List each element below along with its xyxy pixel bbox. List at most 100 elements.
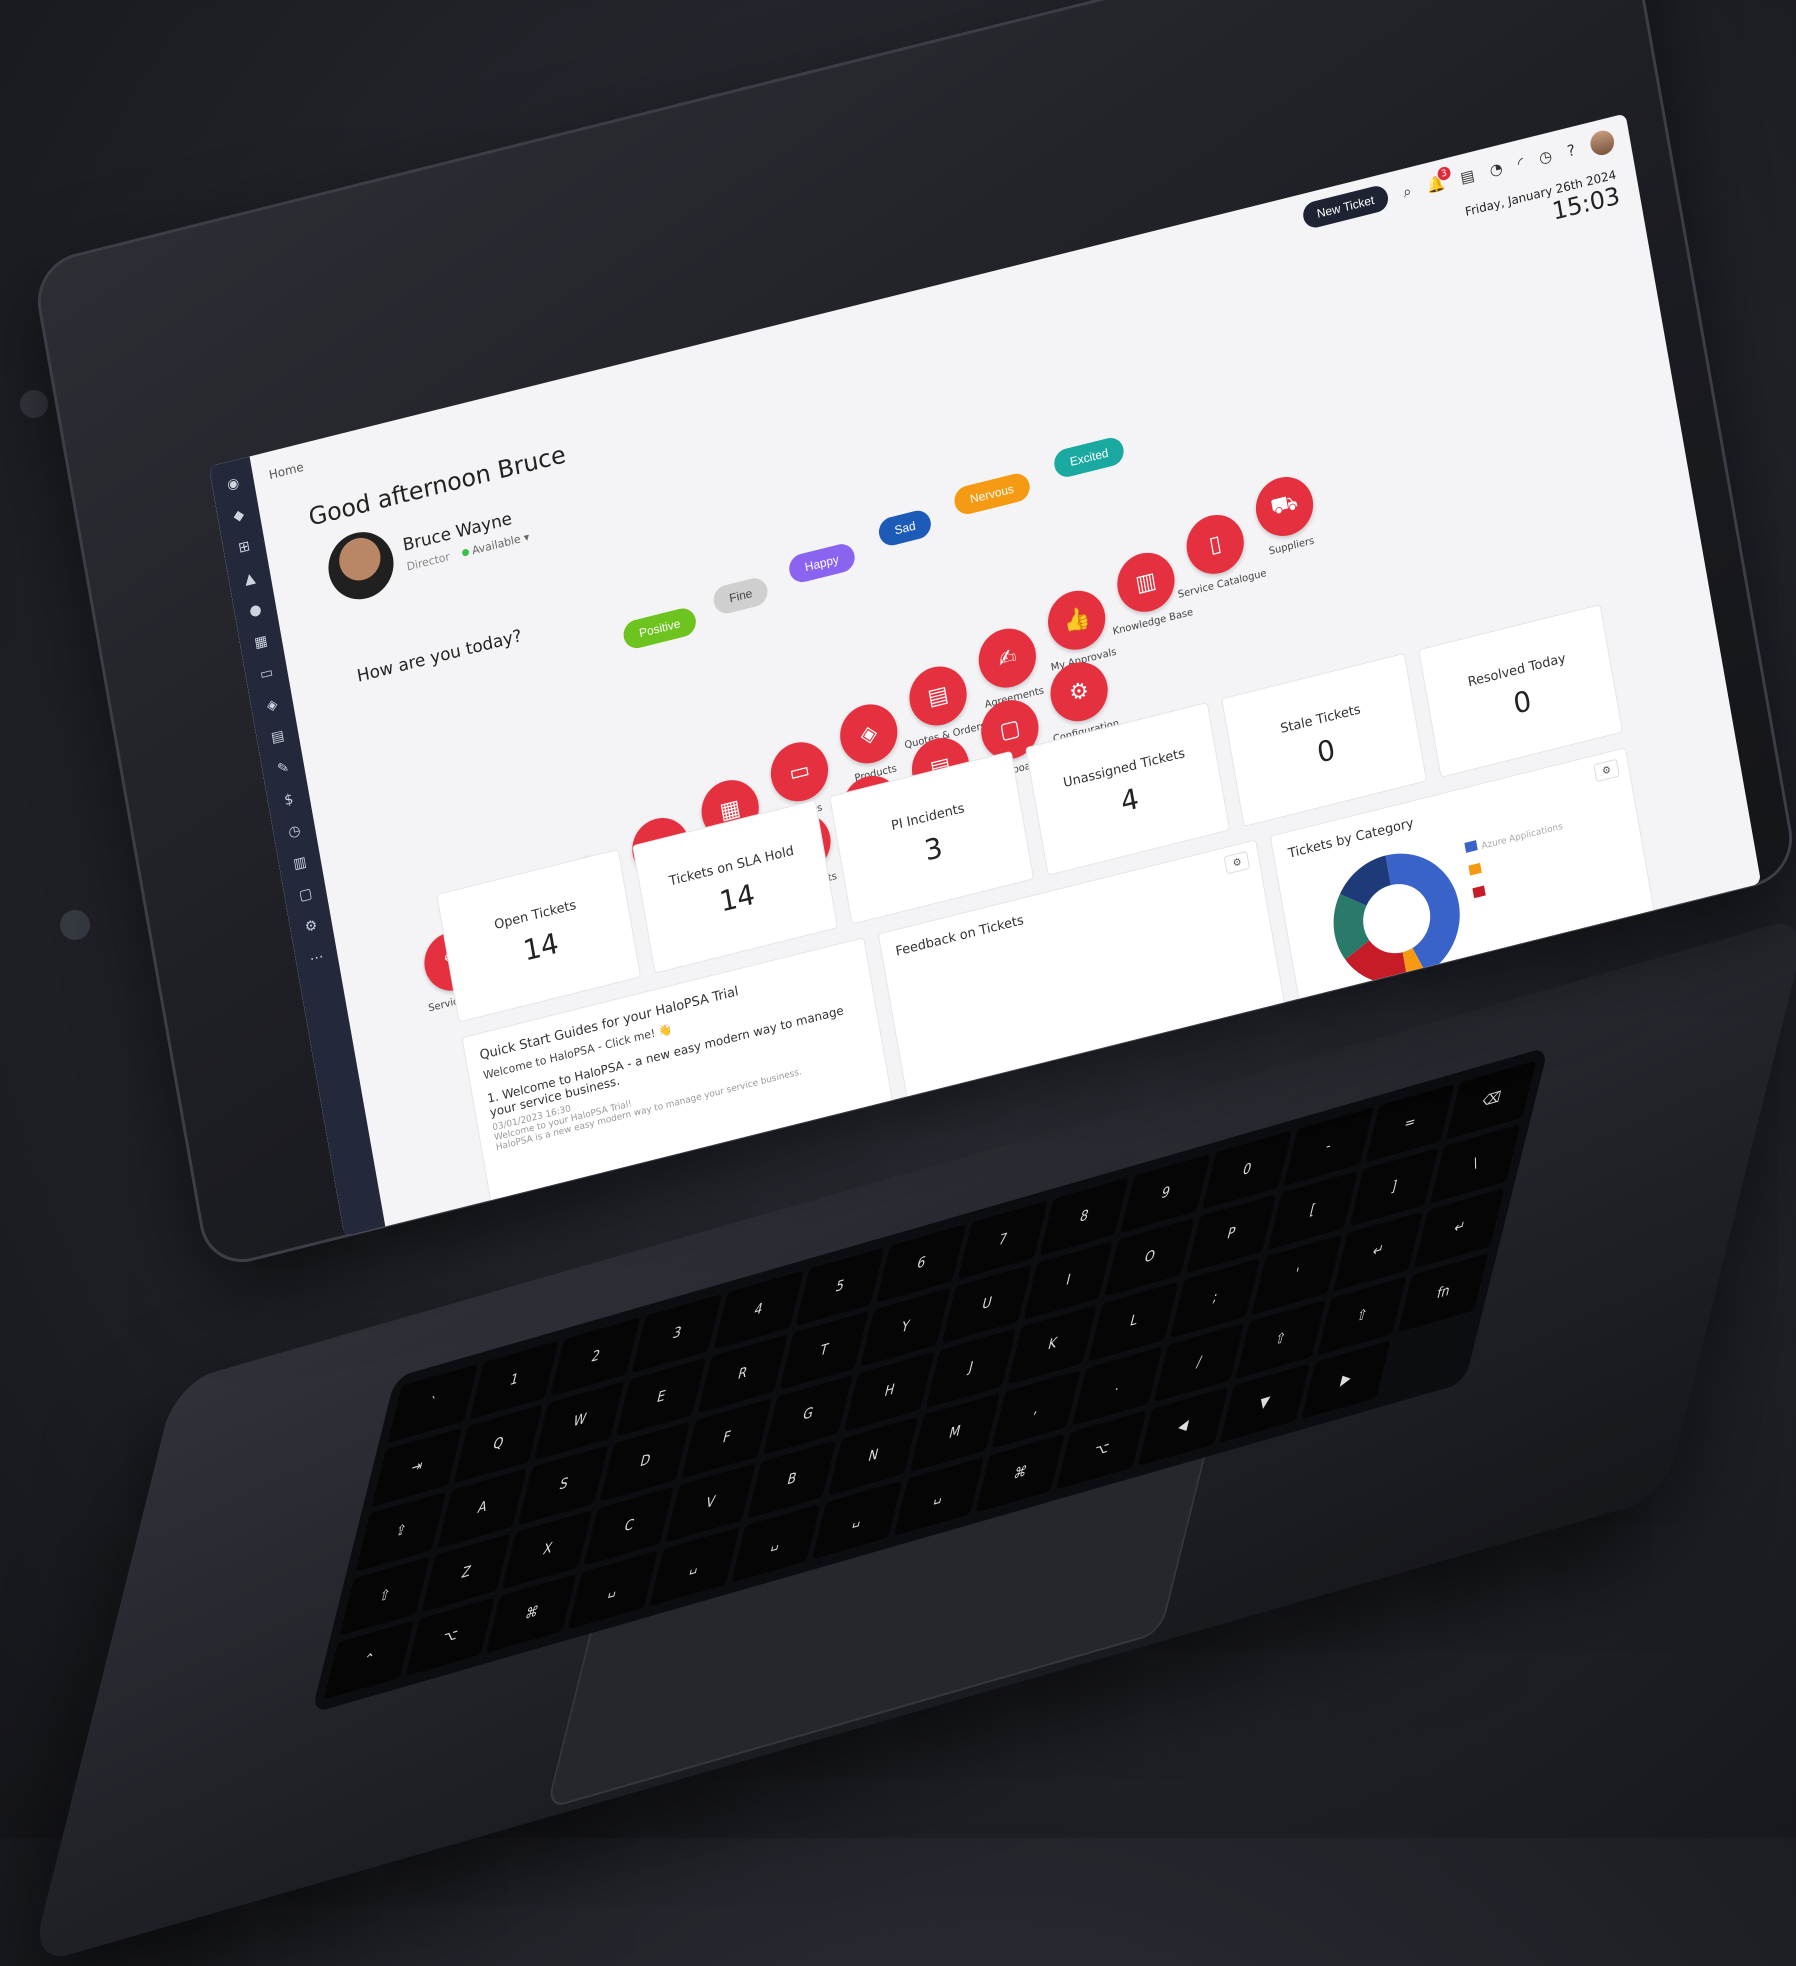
avatar[interactable] [1588, 128, 1616, 158]
mood-happy-button[interactable]: Happy [786, 541, 857, 586]
keyboard-key: O [1104, 1217, 1195, 1298]
keyboard-key: ␣ [649, 1527, 740, 1607]
keyboard-key: ⇧ [339, 1556, 430, 1636]
report-icon[interactable]: ▥ [290, 852, 311, 874]
mood-sad-button[interactable]: Sad [876, 507, 934, 549]
gears-icon[interactable]: ⚙ [301, 915, 322, 937]
ticket-icon[interactable]: ◆ [228, 505, 249, 527]
keyboard-key: W [534, 1381, 625, 1461]
keyboard-key: ⌘ [486, 1573, 577, 1653]
monitor-icon[interactable]: ▢ [295, 884, 316, 906]
keyboard-key: ⌘ [975, 1433, 1066, 1513]
keyboard-key: ; [1170, 1258, 1260, 1338]
keyboard-key: 4 [713, 1270, 804, 1350]
legend-swatch [1464, 840, 1479, 853]
keyboard-key: ⌥ [1056, 1410, 1147, 1490]
search-icon[interactable]: ⌕ [1402, 182, 1413, 202]
stat-label: Open Tickets [493, 897, 578, 934]
keyboard-key: I [1023, 1241, 1114, 1321]
keyboard-key: ▶ [1300, 1340, 1391, 1420]
user-icon[interactable]: ● [245, 600, 266, 622]
keyboard-key: ] [1348, 1147, 1439, 1228]
category-donut-chart [1334, 853, 1461, 984]
logo-icon[interactable]: ◉ [223, 473, 244, 495]
mood-nervous-button[interactable]: Nervous [952, 470, 1032, 518]
mood-excited-button[interactable]: Excited [1052, 434, 1127, 480]
keyboard-key: U [941, 1264, 1032, 1344]
clipboard-icon[interactable]: ▤ [1459, 166, 1476, 187]
keyboard-key: ⇪ [355, 1492, 446, 1572]
help-icon[interactable]: ? [1566, 141, 1577, 161]
document-icon[interactable]: ▤ [267, 726, 288, 748]
module-service-catalogue[interactable]: ▯ Service Catalogue [1176, 507, 1267, 601]
module-suppliers[interactable]: ⛟ Suppliers [1245, 469, 1326, 560]
profile-info: Bruce Wayne Director Available ▾ [401, 505, 530, 574]
keyboard-key: ⇧ [1235, 1299, 1326, 1379]
clock-icon[interactable]: ◷ [284, 821, 305, 843]
profile-role: Director [405, 549, 451, 574]
chart-legend: Azure Applications [1464, 814, 1572, 902]
chart-icon[interactable]: ▲ [240, 568, 261, 590]
module-knowledge-base[interactable]: ▥ Knowledge Base [1107, 545, 1194, 638]
keyboard-key: 1 [469, 1340, 560, 1420]
keyboard-key: = [1364, 1083, 1455, 1163]
keyboard-key: \ [1430, 1124, 1521, 1204]
gears-icon: ⚙ [1045, 656, 1113, 728]
keyboard-key: 0 [1201, 1130, 1292, 1210]
rss-icon[interactable]: ◜ [1516, 154, 1525, 173]
keyboard-key: R [697, 1334, 788, 1414]
keyboard-key: ␣ [812, 1480, 903, 1560]
keyboard-key: ⌃ [323, 1620, 414, 1700]
module-label: Suppliers [1268, 535, 1316, 558]
keyboard-key: ⇥ [371, 1428, 462, 1508]
calendar-icon[interactable]: ▦ [251, 631, 272, 653]
keyboard-key: ⌥ [405, 1597, 496, 1677]
laptop-icon[interactable]: ▭ [256, 663, 277, 685]
keyboard-key: 5 [794, 1247, 885, 1327]
keyboard-key: , [991, 1369, 1082, 1449]
keyboard-key: M [909, 1392, 1000, 1472]
notification-badge: 3 [1436, 165, 1452, 182]
keyboard-key: D [600, 1422, 690, 1502]
keyboard-key: K [1007, 1305, 1098, 1385]
keyboard-key: T [778, 1311, 869, 1391]
keyboard-key: P [1186, 1194, 1276, 1274]
keyboard-key: [ [1267, 1171, 1358, 1251]
legend-swatch [1472, 885, 1487, 899]
status-dot-icon [461, 547, 470, 557]
profile-photo [323, 525, 399, 607]
breadcrumb[interactable]: Home [268, 460, 305, 482]
bell-icon[interactable]: 🔔 3 [1425, 165, 1452, 195]
keyboard-key: ▼ [1219, 1363, 1310, 1443]
keyboard-key: . [1072, 1346, 1163, 1426]
keyboard-key: H [844, 1352, 935, 1432]
stat-value: 14 [520, 926, 562, 968]
document-search-icon: ▤ [904, 660, 972, 732]
keyboard-key: ' [1251, 1235, 1342, 1315]
box-icon[interactable]: ◈ [262, 694, 283, 716]
keyboard-key: F [681, 1398, 772, 1478]
stat-value: 0 [1314, 732, 1338, 770]
keyboard-key: 3 [631, 1294, 722, 1374]
keyboard-key: ␣ [568, 1550, 659, 1630]
more-icon[interactable]: ⋯ [306, 947, 327, 969]
keyboard-key: 7 [957, 1200, 1048, 1280]
sitemap-icon[interactable]: ⊞ [234, 536, 255, 558]
clock-icon[interactable]: ◷ [1538, 147, 1554, 168]
module-label: Service Catalogue [1177, 567, 1268, 601]
money-bag-icon[interactable]: $ [279, 789, 300, 811]
keyboard-key: A [437, 1468, 528, 1548]
keyboard-key: ⇧ [1316, 1276, 1407, 1356]
signature-icon[interactable]: ✎ [273, 757, 294, 779]
keyboard-key: Q [453, 1404, 544, 1484]
bokeh-dot [20, 390, 48, 418]
stat-label: PI Incidents [890, 801, 966, 835]
thumbs-up-icon: 👍 [1043, 584, 1110, 656]
speedometer-icon[interactable]: ◔ [1488, 159, 1504, 180]
keyboard-key: ␣ [730, 1503, 821, 1583]
new-ticket-button[interactable]: New Ticket [1301, 183, 1390, 231]
keyboard-key: 8 [1039, 1177, 1130, 1257]
keyboard-key: - [1283, 1107, 1374, 1187]
keyboard-key: 6 [876, 1223, 967, 1304]
stat-value: 14 [716, 877, 758, 919]
